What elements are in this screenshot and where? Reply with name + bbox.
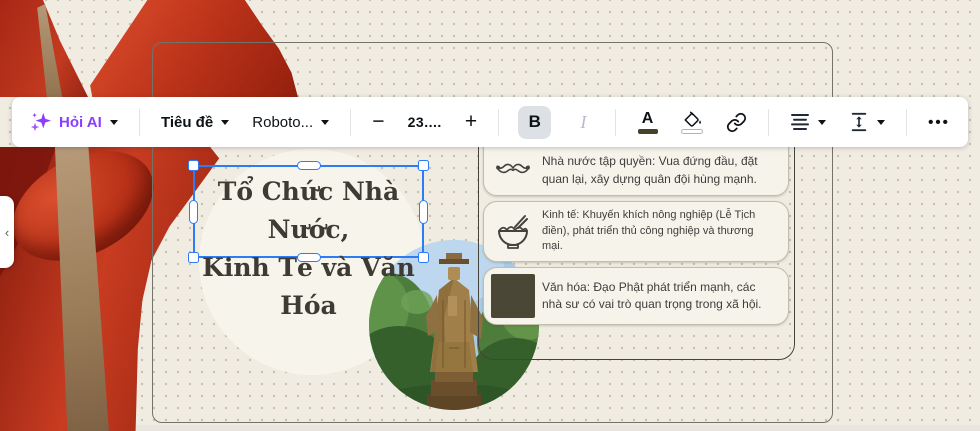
chevron-down-icon xyxy=(109,119,118,125)
chevron-down-icon xyxy=(221,119,230,125)
chevron-down-icon xyxy=(321,119,330,125)
ask-ai-button[interactable]: Hỏi AI xyxy=(28,107,120,137)
chevron-down-icon xyxy=(876,119,885,125)
title-textbox-selection[interactable]: Tổ Chức Nhà Nước, Kinh Tế và Văn Hóa xyxy=(188,160,429,320)
bold-button[interactable]: B xyxy=(518,105,552,139)
card-economy-text: Kinh tế: Khuyến khích nông nghiệp (Lễ Tị… xyxy=(542,208,756,253)
selection-handle-sw[interactable] xyxy=(188,252,199,263)
link-button[interactable] xyxy=(724,108,749,137)
fill-color-button[interactable] xyxy=(679,107,705,138)
toolbar-divider xyxy=(138,108,140,136)
card-economy[interactable]: Kinh tế: Khuyến khích nông nghiệp (Lễ Tị… xyxy=(483,201,789,262)
link-icon xyxy=(726,112,746,132)
fill-color-swatch xyxy=(680,129,703,134)
card-state-text: Nhà nước tập quyền: Vua đứng đầu, đặt qu… xyxy=(542,154,758,186)
text-spacing-button[interactable] xyxy=(847,108,887,136)
rice-bowl-icon xyxy=(484,212,542,252)
card-culture-text: Văn hóa: Đạo Phật phát triển mạnh, các n… xyxy=(542,279,762,311)
selection-handle-se[interactable] xyxy=(418,252,429,263)
chevron-down-icon xyxy=(817,119,826,125)
panel-collapse-tab[interactable]: ‹ xyxy=(0,196,14,268)
more-options-button[interactable]: ••• xyxy=(926,110,952,135)
selection-handle-ne[interactable] xyxy=(418,160,429,171)
selection-handle-bottom[interactable] xyxy=(296,253,321,262)
toolbar-divider xyxy=(905,108,907,136)
toolbar-divider xyxy=(498,108,500,136)
font-name-label: Roboto... xyxy=(252,113,314,131)
text-style-button[interactable]: Tiêu đề xyxy=(159,110,231,135)
font-size-decrease-button[interactable]: − xyxy=(370,108,386,136)
chevron-left-icon: ‹ xyxy=(4,224,10,240)
text-color-button[interactable]: A xyxy=(636,107,660,138)
toolbar-divider xyxy=(615,108,617,136)
card-culture[interactable]: Văn hóa: Đạo Phật phát triển mạnh, các n… xyxy=(483,267,789,325)
selection-handle-left[interactable] xyxy=(189,199,198,224)
text-color-swatch xyxy=(637,129,658,134)
mustache-icon xyxy=(484,160,542,178)
toolbar-divider xyxy=(350,108,352,136)
selection-handle-nw[interactable] xyxy=(188,160,199,171)
selection-handle-right[interactable] xyxy=(419,199,428,224)
dark-square-swatch xyxy=(484,274,542,318)
ellipsis-icon: ••• xyxy=(928,113,950,131)
editor-root: Nhà nước tập quyền: Vua đứng đầu, đặt qu… xyxy=(0,0,980,431)
sparkle-icon xyxy=(30,112,52,132)
align-center-icon xyxy=(790,114,809,130)
paint-bucket-icon xyxy=(684,111,701,127)
text-color-label: A xyxy=(641,109,654,127)
font-family-button[interactable]: Roboto... xyxy=(250,110,331,135)
font-size-value[interactable]: 23.... xyxy=(406,110,444,134)
selection-handle-top[interactable] xyxy=(296,161,321,170)
toolbar-divider xyxy=(767,108,769,136)
text-style-label: Tiêu đề xyxy=(160,113,214,131)
line-spacing-icon xyxy=(851,112,867,132)
italic-button[interactable]: I xyxy=(570,108,596,137)
font-size-increase-button[interactable]: + xyxy=(463,108,479,136)
text-align-button[interactable] xyxy=(788,109,828,135)
slide-title[interactable]: Tổ Chức Nhà Nước, Kinh Tế và Văn Hóa xyxy=(195,173,422,325)
ask-ai-label: Hỏi AI xyxy=(59,113,102,131)
text-toolbar: Hỏi AI Tiêu đề Roboto... − 23.... + B I xyxy=(12,97,968,147)
